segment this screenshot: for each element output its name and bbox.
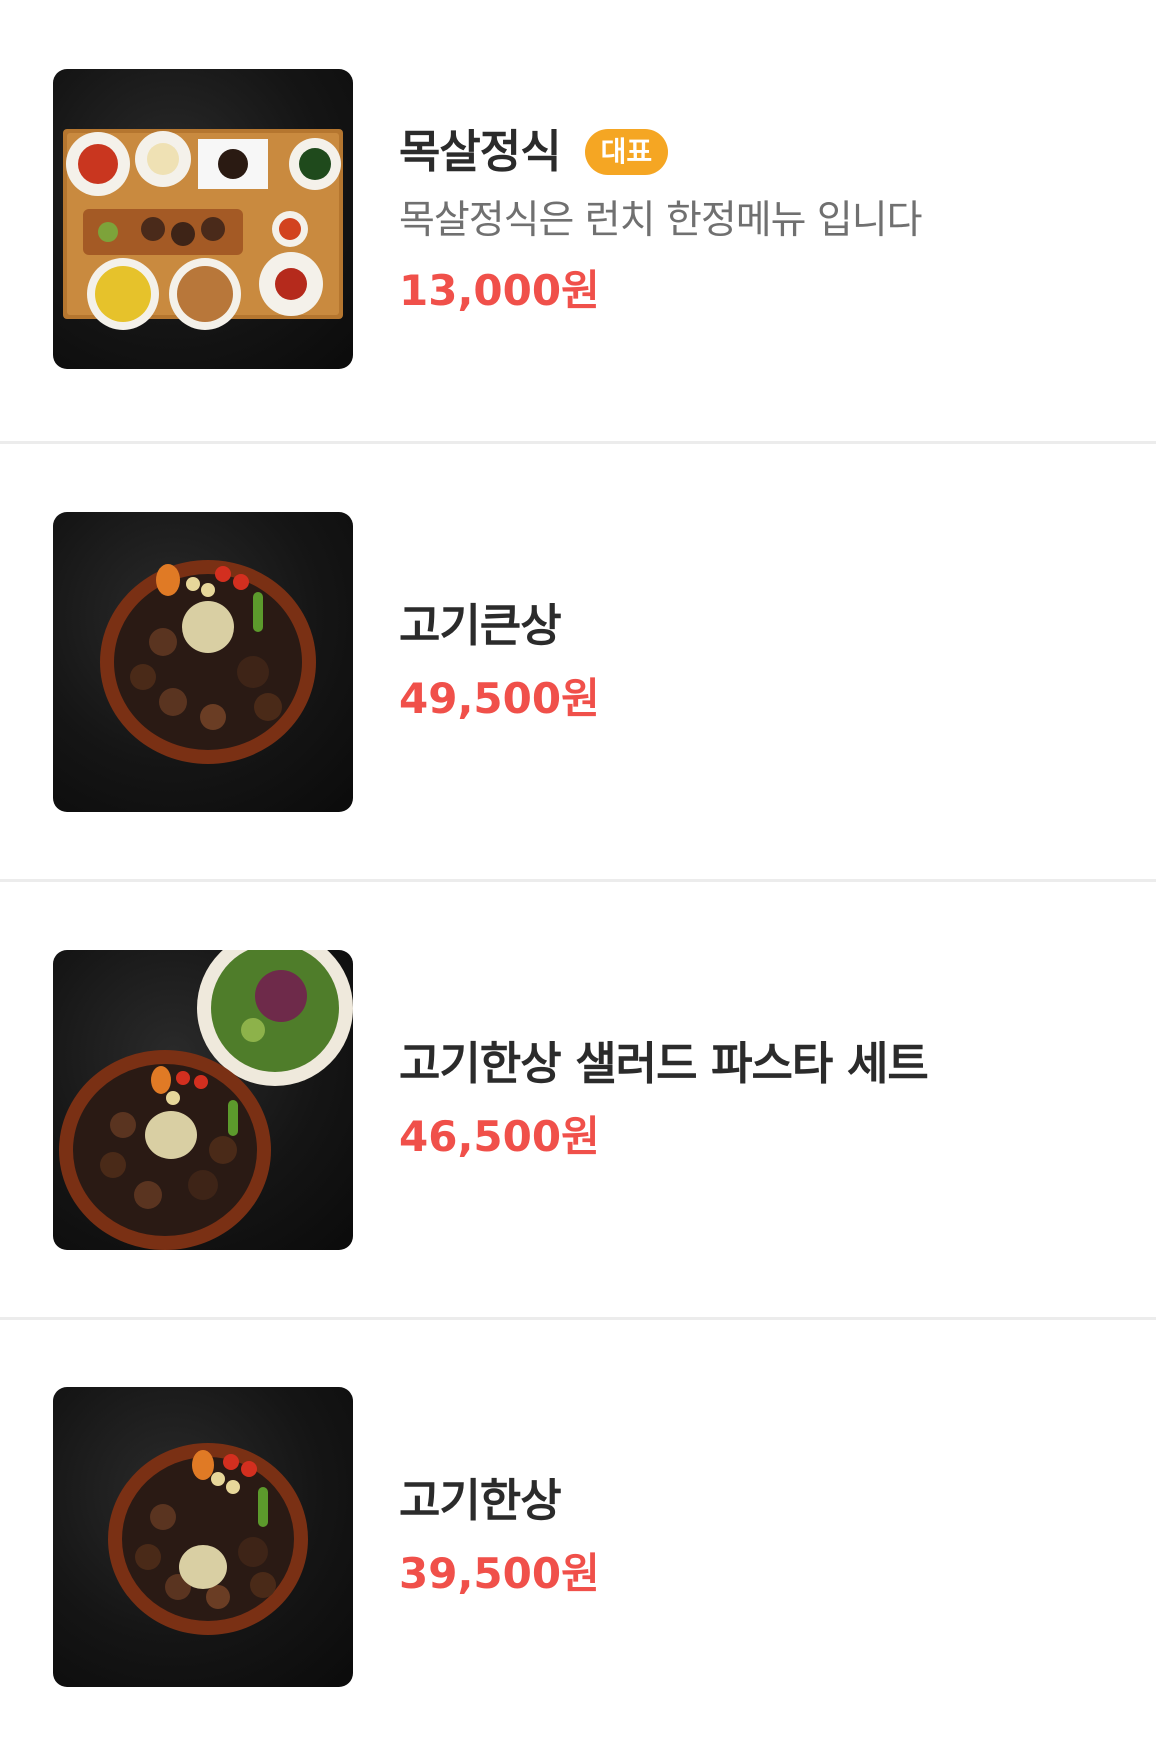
menu-item-price: 13,000원	[399, 265, 600, 315]
title-row: 고기한상 샐러드 파스타 세트	[399, 1036, 929, 1092]
menu-item-info: 목살정식 대표 목살정식은 런치 한정메뉴 입니다 13,000원	[399, 124, 923, 318]
menu-item-name: 고기큰상	[399, 598, 562, 652]
menu-item-gogi-hansang-salad-pasta-set[interactable]: 고기한상 샐러드 파스타 세트 46,500원	[0, 882, 1156, 1317]
menu-item-name: 고기한상 샐러드 파스타 세트	[399, 1036, 929, 1090]
title-row: 목살정식 대표	[399, 124, 922, 180]
title-row: 고기큰상	[399, 598, 600, 654]
menu-item-description: 목살정식은 런치 한정메뉴 입니다	[399, 197, 923, 243]
menu-item-info: 고기큰상 49,500원	[399, 598, 600, 726]
title-row: 고기한상	[399, 1473, 600, 1529]
menu-item-gogi-hansang[interactable]: 고기한상 39,500원	[0, 1320, 1156, 1753]
menu-item-price: 46,500원	[399, 1111, 600, 1161]
menu-item-info: 고기한상 샐러드 파스타 세트 46,500원	[399, 1036, 929, 1164]
meat-salad-set-photo	[53, 949, 353, 1250]
menu-item-moksal-set[interactable]: 목살정식 대표 목살정식은 런치 한정메뉴 입니다 13,000원	[0, 0, 1156, 441]
set-meal-photo	[53, 69, 353, 369]
menu-item-name: 목살정식	[399, 124, 562, 178]
signature-badge: 대표	[584, 128, 669, 175]
menu-item-gogi-keunsang[interactable]: 고기큰상 49,500원	[0, 444, 1156, 879]
menu-item-name: 고기한상	[399, 1473, 562, 1527]
grilled-meat-platter-photo	[53, 1386, 353, 1687]
menu-list: 목살정식 대표 목살정식은 런치 한정메뉴 입니다 13,000원 고기큰상 4…	[0, 0, 1156, 1753]
menu-item-price: 49,500원	[399, 673, 600, 723]
grilled-meat-platter-photo	[53, 511, 353, 812]
menu-item-info: 고기한상 39,500원	[399, 1473, 600, 1601]
menu-item-price: 39,500원	[399, 1548, 600, 1598]
